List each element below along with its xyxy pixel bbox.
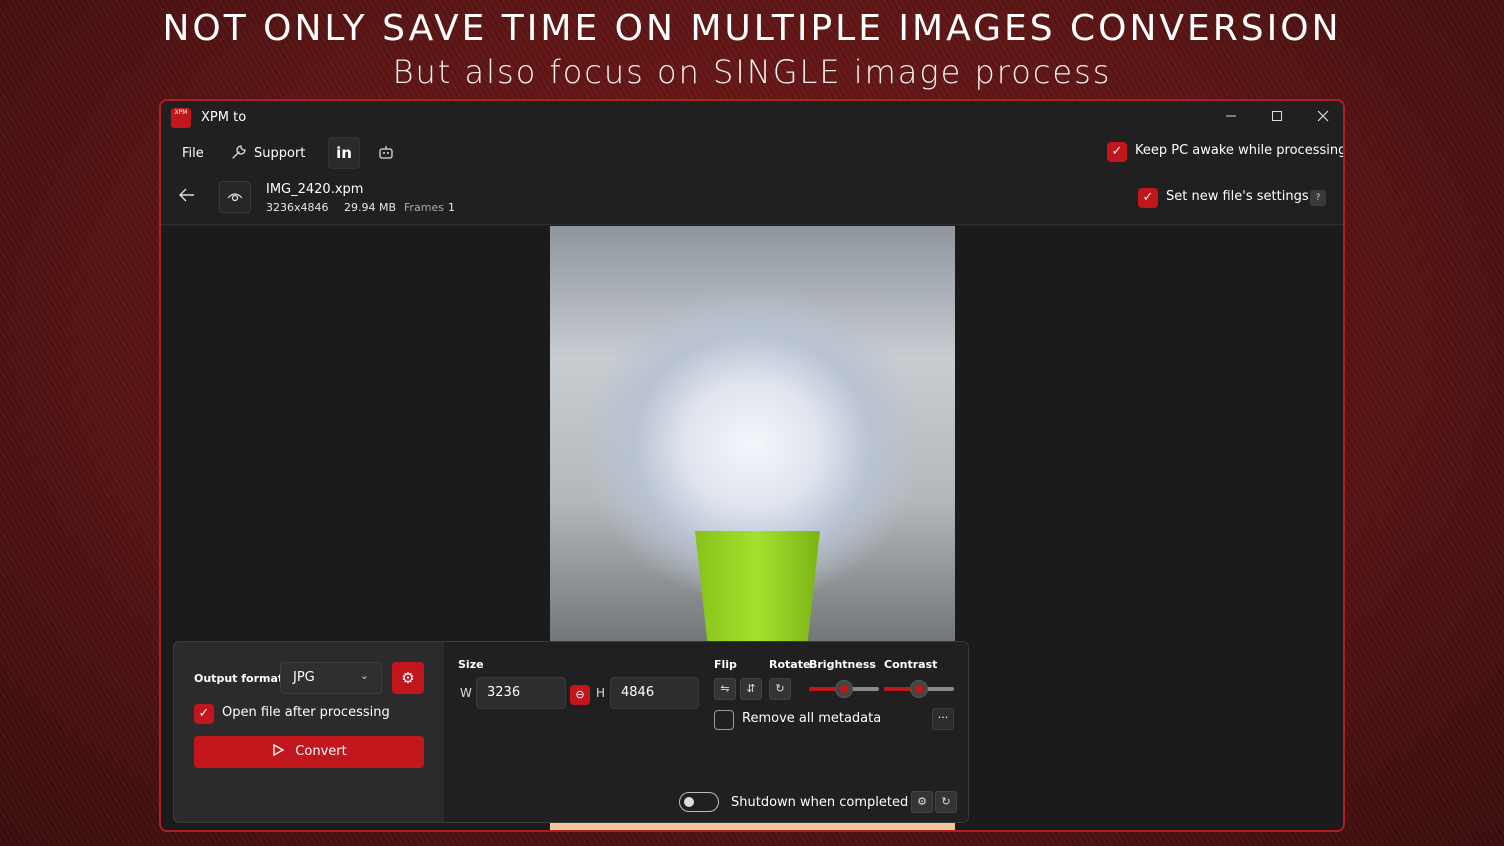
rotate-label: Rotate [769, 658, 811, 671]
feedback-button[interactable] [370, 137, 402, 169]
new-file-settings-label: Set new file's settings [1166, 189, 1309, 204]
eye-icon [227, 193, 243, 202]
flip-vertical-icon: ⇵ [746, 682, 756, 695]
convert-label: Convert [295, 744, 347, 759]
image-adjustments: Size W 3236 ⊖ H 4846 Flip Rotate Brightn… [444, 642, 968, 822]
table-shape [550, 822, 955, 830]
remove-metadata-checkbox[interactable] [714, 710, 734, 730]
app-logo-icon: XPM [171, 108, 191, 128]
contrast-thumb[interactable] [910, 680, 928, 698]
link-icon: ⊖ [575, 688, 585, 701]
output-format-label: Output format [194, 672, 284, 685]
frames-label: Frames [404, 201, 445, 214]
promo-headline: NOT ONLY SAVE TIME ON MULTIPLE IMAGES CO… [162, 8, 1342, 49]
menu-support[interactable]: Support [230, 141, 305, 167]
contrast-label: Contrast [884, 658, 938, 671]
contrast-slider[interactable] [884, 680, 954, 698]
vase-shape [695, 531, 820, 643]
preview-toggle-button[interactable] [219, 181, 251, 213]
gear-icon: ⚙ [917, 795, 927, 808]
maximize-icon [1272, 111, 1282, 121]
keep-awake-checkbox[interactable]: ✓ [1107, 142, 1127, 162]
support-label: Support [254, 146, 306, 161]
more-options-button[interactable]: ··· [932, 708, 954, 730]
linkedin-button[interactable]: in [328, 137, 360, 169]
open-after-label: Open file after processing [222, 705, 390, 720]
shutdown-settings-button[interactable]: ⚙ [911, 791, 933, 813]
rotate-button[interactable]: ↻ [769, 678, 791, 700]
file-size: 29.94 MB [344, 201, 397, 214]
help-button[interactable]: ? [1310, 190, 1326, 206]
more-icon: ··· [937, 711, 949, 724]
gear-icon: ⚙ [401, 669, 415, 687]
settings-panel: Output format JPG ⌄ ⚙ ✓ Open file after … [173, 641, 969, 823]
flip-horizontal-button[interactable]: ⇋ [714, 678, 736, 700]
chevron-down-icon: ⌄ [359, 669, 369, 682]
flip-label: Flip [714, 658, 737, 671]
rotate-icon: ↻ [775, 682, 785, 695]
refresh-icon: ↻ [941, 795, 951, 808]
promo-banner: NOT ONLY SAVE TIME ON MULTIPLE IMAGES CO… [0, 6, 1504, 92]
robot-icon [379, 146, 393, 159]
shutdown-label: Shutdown when completed [731, 795, 909, 810]
brightness-slider[interactable] [809, 680, 879, 698]
maximize-button[interactable] [1254, 105, 1300, 131]
toggle-knob [684, 797, 694, 807]
reset-button[interactable]: ↻ [935, 791, 957, 813]
width-label: W [460, 686, 472, 700]
flip-horizontal-icon: ⇋ [720, 682, 730, 695]
aspect-lock-button[interactable]: ⊖ [570, 685, 590, 705]
close-icon [1317, 110, 1329, 122]
window-title: XPM to [201, 110, 247, 125]
remove-metadata-label: Remove all metadata [742, 711, 882, 726]
title-bar: XPM XPM to [161, 101, 1343, 137]
width-input[interactable]: 3236 [476, 677, 566, 709]
new-file-settings-checkbox[interactable]: ✓ [1138, 188, 1158, 208]
flip-vertical-button[interactable]: ⇵ [740, 678, 762, 700]
height-input[interactable]: 4846 [610, 677, 699, 709]
play-icon [273, 743, 285, 757]
promo-subheadline: But also focus on SINGLE image process [392, 53, 1112, 91]
wrench-icon [232, 145, 246, 159]
height-label: H [596, 686, 606, 700]
minimize-button[interactable] [1208, 105, 1254, 131]
file-name: IMG_2420.xpm [266, 182, 364, 197]
brightness-thumb[interactable] [835, 680, 853, 698]
output-settings: Output format JPG ⌄ ⚙ ✓ Open file after … [174, 642, 444, 822]
file-info-bar: IMG_2420.xpm 3236x4846 29.94 MB Frames 1… [161, 173, 1343, 225]
menu-bar: File Support in ✓ Keep PC awake while pr… [161, 137, 1343, 171]
size-label: Size [458, 658, 484, 671]
open-after-checkbox[interactable]: ✓ [194, 704, 214, 724]
frames-value: 1 [448, 201, 455, 214]
arrow-left-icon [179, 188, 194, 202]
keep-awake-label: Keep PC awake while processing [1135, 143, 1345, 158]
file-dimensions: 3236x4846 [266, 201, 329, 214]
output-format-select[interactable]: JPG ⌄ [280, 662, 382, 694]
shutdown-toggle[interactable] [679, 792, 719, 812]
linkedin-icon: in [336, 144, 352, 162]
brightness-label: Brightness [809, 658, 876, 671]
app-window: XPM XPM to File Support in ✓ Keep PC awa… [159, 99, 1345, 832]
format-settings-button[interactable]: ⚙ [392, 662, 424, 694]
menu-file[interactable]: File [182, 141, 204, 167]
minimize-icon [1226, 115, 1236, 117]
output-format-value: JPG [293, 670, 315, 685]
close-button[interactable] [1300, 105, 1343, 131]
convert-button[interactable]: Convert [194, 736, 424, 768]
back-button[interactable] [177, 185, 197, 210]
